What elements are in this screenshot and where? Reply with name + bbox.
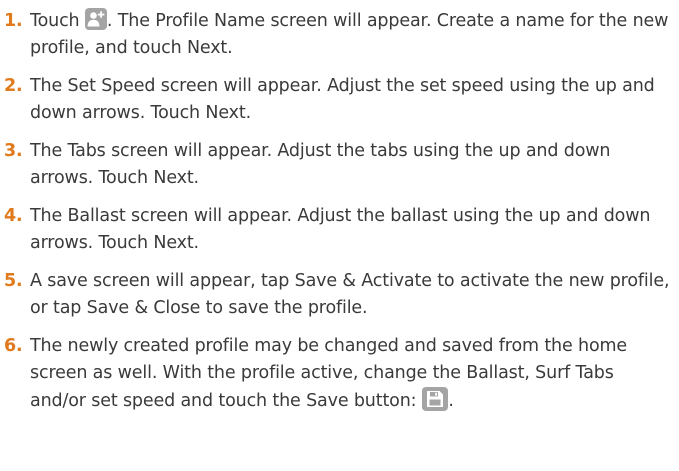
step-text-before-icon: The newly created profile may be changed… [30,336,628,411]
step-text-after-icon: . The Profile Name screen will appear. C… [30,11,669,58]
step-3: 3. The Tabs screen will appear. Adjust t… [4,138,673,192]
step-5: 5. A save screen will appear, tap Save &… [4,268,673,322]
step-text: Touch . The Profile Name screen will app… [30,8,673,62]
step-text: A save screen will appear, tap Save & Ac… [30,271,670,318]
step-number: 3. [4,141,23,161]
step-number: 6. [4,336,23,356]
instruction-steps: 1. Touch . The Profile Name screen will … [0,0,679,471]
step-text: The Tabs screen will appear. Adjust the … [30,141,611,188]
add-profile-icon [84,8,107,30]
step-text: The newly created profile may be changed… [30,333,673,415]
step-text: The Set Speed screen will appear. Adjust… [30,76,655,123]
step-text-after-icon: . [448,391,454,411]
step-4: 4. The Ballast screen will appear. Adjus… [4,203,673,257]
step-2: 2. The Set Speed screen will appear. Adj… [4,73,673,127]
step-text: The Ballast screen will appear. Adjust t… [30,206,651,253]
step-number: 5. [4,271,23,291]
step-1: 1. Touch . The Profile Name screen will … [4,8,673,62]
step-number: 2. [4,76,23,96]
step-number: 1. [4,11,23,31]
step-number: 4. [4,206,23,226]
step-6: 6. The newly created profile may be chan… [4,333,673,415]
step-text-before-icon: Touch [30,11,85,31]
save-icon [422,387,449,411]
